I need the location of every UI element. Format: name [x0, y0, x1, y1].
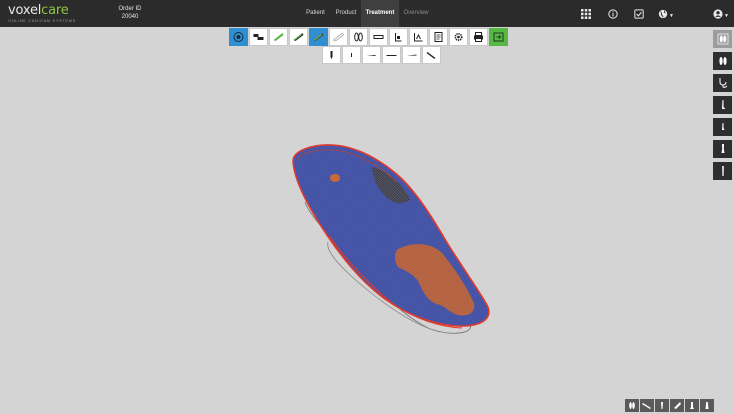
3d-insole-viewport[interactable] [0, 27, 734, 414]
feet-view-icon[interactable] [713, 30, 732, 48]
heel-measure-icon[interactable] [389, 28, 408, 46]
view-heel-icon[interactable] [685, 399, 699, 412]
order-id-display: Order ID 20040 [108, 5, 152, 21]
view-back-icon[interactable] [700, 399, 714, 412]
pad-tools-toolbar [322, 46, 441, 64]
view-target-icon[interactable] [229, 28, 248, 46]
checklist-icon[interactable] [632, 7, 646, 21]
layers-icon[interactable] [249, 28, 268, 46]
logo-wordmark: voxelcare [8, 3, 69, 18]
tab-overview[interactable]: Overview [401, 0, 431, 27]
print-icon[interactable] [469, 28, 488, 46]
insole-outline-icon[interactable] [329, 28, 348, 46]
camera-view-toolbar [625, 399, 714, 412]
info-icon[interactable] [606, 7, 620, 21]
view-side-toolbar [713, 30, 732, 184]
voxelcare-logo[interactable]: voxelcare ONLINE CAD/CAM SYSTEMS [8, 4, 76, 23]
leg-profile-icon[interactable] [713, 96, 732, 114]
foot-measure-icon[interactable] [409, 28, 428, 46]
chevron-down-icon: ▼ [669, 13, 674, 19]
insole-edit-icon[interactable] [309, 28, 328, 46]
chevron-down-icon: ▼ [724, 13, 729, 19]
wedge-thin-icon[interactable] [402, 46, 421, 64]
insole-heel-marker [330, 174, 340, 182]
order-id-label: Order ID [118, 6, 142, 12]
user-account-icon[interactable]: ▼ [712, 7, 730, 21]
stethoscope-icon[interactable] [713, 74, 732, 92]
rectangle-icon[interactable] [369, 28, 388, 46]
view-medial-icon[interactable] [670, 399, 684, 412]
apps-grid-icon[interactable] [579, 7, 593, 21]
language-globe-icon[interactable]: ▼ [657, 7, 675, 21]
insole-dark-icon[interactable] [289, 28, 308, 46]
feet-icon[interactable] [349, 28, 368, 46]
view-front-icon[interactable] [655, 399, 669, 412]
tab-treatment[interactable]: Treatment [361, 0, 399, 27]
view-top-icon[interactable] [625, 399, 639, 412]
leg-upper-icon[interactable] [713, 140, 732, 158]
wedge-long-icon[interactable] [382, 46, 401, 64]
pad-tall-icon[interactable] [322, 46, 341, 64]
leg-lower-icon[interactable] [713, 118, 732, 136]
logo-tagline: ONLINE CAD/CAM SYSTEMS [8, 18, 76, 23]
export-icon[interactable] [489, 28, 508, 46]
order-id-value: 20040 [121, 14, 139, 20]
top-navigation-bar: voxelcare ONLINE CAD/CAM SYSTEMS Order I… [0, 0, 734, 27]
wedge-flat-icon[interactable] [362, 46, 381, 64]
tab-patient[interactable]: Patient [302, 0, 329, 27]
insole-green-icon[interactable] [269, 28, 288, 46]
pad-small-icon[interactable] [342, 46, 361, 64]
gear-icon[interactable] [449, 28, 468, 46]
leg-full-icon[interactable] [713, 162, 732, 180]
view-side-icon[interactable] [640, 399, 654, 412]
treatment-toolbar [229, 28, 508, 46]
wedge-angled-icon[interactable] [422, 46, 441, 64]
tab-product[interactable]: Product [332, 0, 360, 27]
insole-model[interactable] [0, 27, 734, 414]
feet-pair-icon[interactable] [713, 52, 732, 70]
document-icon[interactable] [429, 28, 448, 46]
